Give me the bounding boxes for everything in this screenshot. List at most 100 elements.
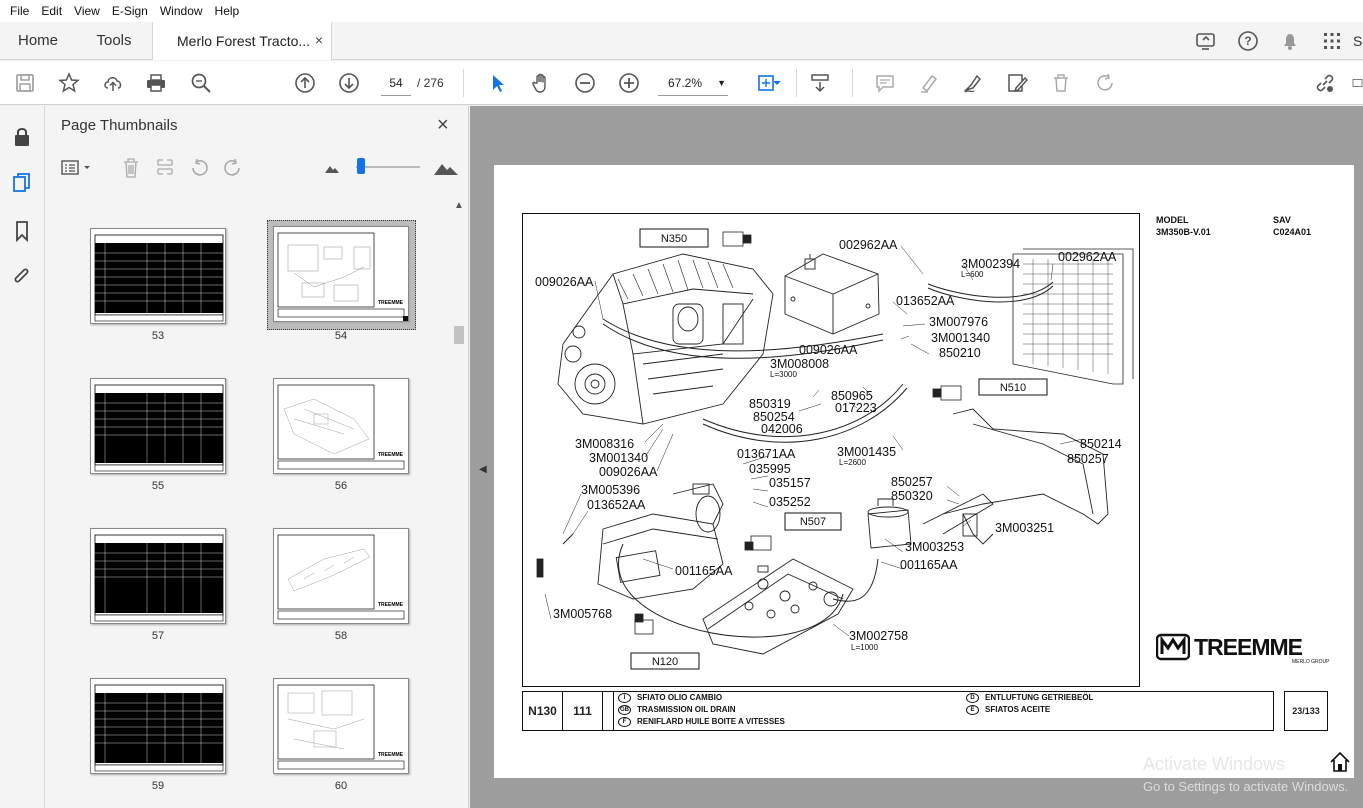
tab-bar: Home Tools Merlo Forest Tracto... × ? S: [0, 22, 1363, 60]
rotate-right-icon[interactable]: [221, 156, 245, 180]
zoom-select[interactable]: 67.2% ▼: [658, 70, 728, 96]
thumbnail-page-54[interactable]: TREEMME: [273, 226, 409, 322]
treemme-logo: TREEMME MERLO GROUP: [1156, 633, 1332, 665]
sign-icon[interactable]: [959, 69, 987, 97]
thumbnail-page-58[interactable]: TREEMME: [273, 528, 409, 624]
tabbar-right-icons: ? S: [1185, 22, 1363, 59]
tab-document-label: Merlo Forest Tracto...: [177, 33, 311, 49]
description-english: TRASMISSION OIL DRAIN: [637, 705, 736, 715]
comment-icon[interactable]: [871, 69, 899, 97]
menu-view[interactable]: View: [68, 4, 106, 18]
thumbnail-options-icon[interactable]: [59, 156, 95, 180]
toolbar-divider: [463, 69, 464, 97]
thumbnail-label: 57: [151, 630, 165, 642]
scroll-up-icon[interactable]: ▲: [454, 200, 464, 211]
title-block: N130 111 I SFIATO OLIO CAMBIO GB TRASMISSI…: [522, 691, 1274, 731]
part-length-label: L=3000: [770, 370, 797, 379]
delete-icon[interactable]: [1047, 69, 1075, 97]
part-label: 001165AA: [900, 558, 958, 572]
zoom-value: 67.2%: [668, 76, 703, 90]
activate-windows-hint: Go to Settings to activate Windows.: [1143, 779, 1349, 794]
arrow-down-icon[interactable]: [335, 69, 363, 97]
thumbnail-scrollbar[interactable]: ▲: [452, 198, 466, 808]
zoom-out-icon[interactable]: [571, 69, 599, 97]
part-label: 3M001340: [589, 451, 648, 465]
page-thumbnails-icon[interactable]: [9, 170, 35, 196]
close-tab-icon[interactable]: ×: [315, 32, 323, 48]
close-panel-icon[interactable]: ×: [437, 114, 449, 137]
extract-page-icon[interactable]: [153, 156, 177, 180]
menu-file[interactable]: File: [4, 4, 35, 18]
home-icon[interactable]: [1328, 750, 1352, 774]
scrollbar-thumb[interactable]: [454, 326, 464, 344]
rotate-left-icon[interactable]: [187, 156, 211, 180]
page-number-input[interactable]: 54: [381, 70, 411, 96]
thumbnail-page-55[interactable]: [90, 378, 226, 474]
thumbnail-size-slider-handle[interactable]: [357, 158, 365, 174]
svg-text:TREEMME: TREEMME: [378, 452, 404, 458]
svg-text:TREEMME: TREEMME: [378, 300, 404, 306]
main-toolbar: 54 / 276 67.2% ▼: [0, 61, 1363, 105]
sign-in-button[interactable]: S: [1353, 33, 1363, 49]
save-icon[interactable]: [11, 69, 39, 97]
bookmark-icon[interactable]: [9, 218, 35, 244]
zoom-in-icon[interactable]: [615, 69, 643, 97]
model-label: MODEL: [1156, 215, 1189, 225]
highlight-icon[interactable]: [915, 69, 943, 97]
part-label: 3M002758: [849, 629, 908, 643]
thumbnail-page-57[interactable]: [90, 528, 226, 624]
part-label: 042006: [761, 422, 803, 436]
collapse-panel-icon[interactable]: ◀: [479, 464, 487, 475]
thumbnail-size-slider[interactable]: [356, 166, 420, 168]
edit-icon[interactable]: [1003, 69, 1031, 97]
thumbnail-label: 59: [151, 780, 165, 792]
left-rail: [0, 106, 45, 808]
group-code: N130: [523, 692, 563, 730]
menu-window[interactable]: Window: [154, 4, 209, 18]
bell-icon[interactable]: [1269, 22, 1311, 59]
large-thumbnails-icon[interactable]: [431, 156, 461, 180]
print-icon[interactable]: [142, 69, 170, 97]
search-zoom-icon[interactable]: [187, 69, 215, 97]
scroll-mode-icon[interactable]: [806, 69, 834, 97]
part-label: 3M007976: [929, 315, 988, 329]
upload-icon[interactable]: [99, 69, 127, 97]
thumbnail-page-59[interactable]: [90, 678, 226, 774]
sheet-number: 23/133: [1284, 691, 1328, 731]
thumbnail-page-53[interactable]: [90, 228, 226, 324]
part-length-label: L=1000: [851, 643, 878, 652]
more-tools-icon[interactable]: [1352, 69, 1363, 97]
arrow-up-icon[interactable]: [291, 69, 319, 97]
delete-page-icon[interactable]: [119, 156, 143, 180]
small-thumbnails-icon[interactable]: [320, 156, 344, 180]
menu-help[interactable]: Help: [209, 4, 246, 18]
svg-text:TREEMME: TREEMME: [378, 602, 404, 608]
menu-edit[interactable]: Edit: [35, 4, 68, 18]
lock-icon[interactable]: [9, 124, 35, 150]
menu-esign[interactable]: E-Sign: [106, 4, 154, 18]
tab-home[interactable]: Home: [0, 22, 76, 59]
apps-grid-icon[interactable]: [1311, 22, 1353, 59]
help-icon[interactable]: ?: [1227, 22, 1269, 59]
description-italian: SFIATO OLIO CAMBIO: [637, 693, 723, 703]
thumbnail-label: 56: [334, 480, 348, 492]
star-icon[interactable]: [55, 69, 83, 97]
tab-document[interactable]: Merlo Forest Tracto... ×: [152, 22, 332, 60]
thumbnail-page-60[interactable]: TREEMME: [273, 678, 409, 774]
share-link-icon[interactable]: [1311, 69, 1339, 97]
toolbar-divider: [796, 69, 797, 97]
thumbnail-page-56[interactable]: TREEMME: [273, 378, 409, 474]
hand-icon[interactable]: [527, 69, 555, 97]
part-label: 013671AA: [737, 447, 796, 461]
attachment-icon[interactable]: [9, 264, 35, 290]
table-number: 111: [563, 692, 603, 730]
share-screen-icon[interactable]: [1185, 22, 1227, 59]
fit-page-dropdown-icon[interactable]: [770, 69, 784, 97]
tab-tools[interactable]: Tools: [76, 22, 152, 59]
panel-title: Page Thumbnails: [61, 117, 178, 134]
pdf-page: N350 N510 N507 N120 002962AA 3M002394 L=…: [494, 165, 1354, 778]
description-french: RENIFLARD HUILE BOITE A VITESSES: [637, 717, 785, 727]
redo-icon[interactable]: [1091, 69, 1119, 97]
part-label: 3M002394: [961, 257, 1020, 271]
cursor-icon[interactable]: [484, 69, 512, 97]
